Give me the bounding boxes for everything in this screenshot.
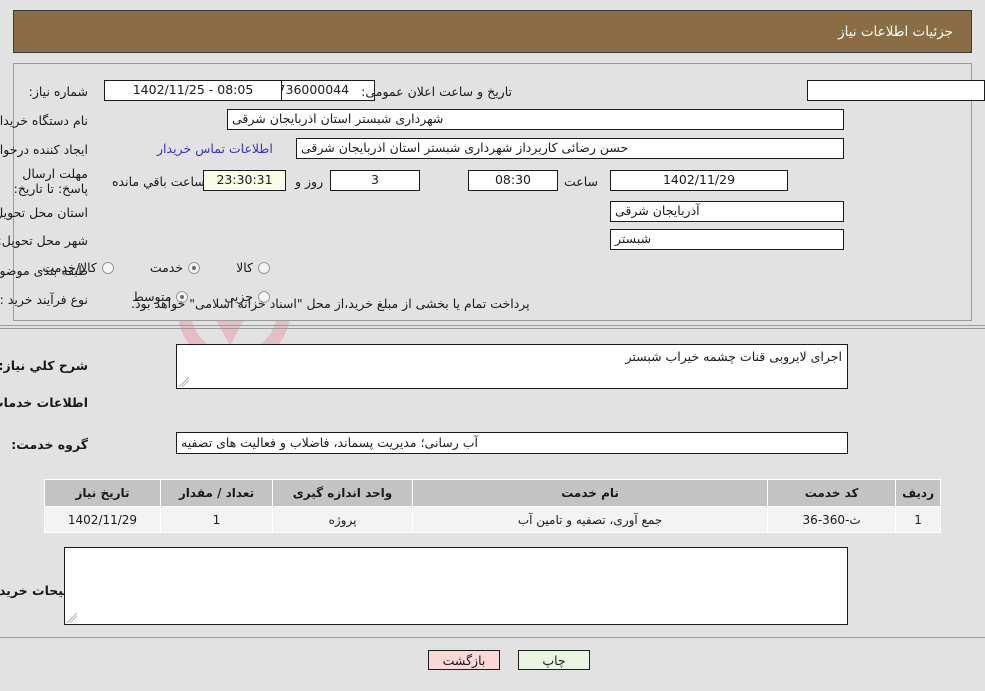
radio-icon[interactable] [188,261,201,274]
city-value: شبستر [610,229,844,250]
table-cell-service-name: جمع آوری، تصفیه و تامین آب [411,506,769,533]
buyer-notes-textarea[interactable] [64,547,848,625]
days-value: 3 [330,170,420,191]
table-cell-quantity: 1 [160,506,273,533]
category-radio-3[interactable]: کالا/خدمت [42,260,114,275]
category-radio-label-3: کالا/خدمت [42,260,97,275]
table-header-row: ردیف کد خدمت نام خدمت واحد اندازه گیری تعداد… [44,479,941,507]
time-label: ساعت [564,174,599,189]
announce-label: تاریخ و ساعت اعلان عمومی: [361,84,512,99]
services-table: ردیف کد خدمت نام خدمت واحد اندازه گیری تعداد… [44,479,941,533]
process-label: نوع فرآیند خرید : [0,292,88,307]
need-info-panel [13,63,972,321]
table-header-cell: کد خدمت [767,479,897,507]
divider-top [0,325,985,326]
need-number-label: شماره نیاز: [28,84,88,99]
province-value: آذربایجان شرقی [610,201,844,222]
category-radio-2[interactable]: خدمت [149,260,201,275]
table-cell-unit: پروژه [272,506,413,533]
buyer-contact-link[interactable]: اطلاعات تماس خریدار [157,141,273,156]
category-radio-label-2: خدمت [149,260,184,275]
radio-icon[interactable] [101,261,114,274]
table-header-cell: تعداد / مقدار [160,479,273,507]
city-label: شهر محل تحویل: [0,233,88,248]
creator-label: ایجاد کننده درخواست: [0,142,88,157]
table-header-cell: واحد اندازه گیری [272,479,413,507]
page-root: AriaTender.net جزئیات اطلاعات نیاز شماره… [0,0,985,691]
buyer-org-value: شهرداری شبستر استان اذربایجان شرقی [227,109,844,130]
table-cell-row-no: 1 [895,506,941,533]
deadline-label: مهلت ارسال پاسخ: تا تاریخ: [13,166,88,196]
description-text: اجرای لایروبی قنات چشمه خیراب شبستر [625,349,843,364]
table-header-cell: نام خدمت [411,479,769,507]
divider-top-2 [0,328,985,329]
creator-value: حسن رضائی کاربرداز شهرداری شبستر استان ا… [296,138,844,159]
services-section-heading: اطلاعات خدمات مورد نیاز [0,395,88,410]
resize-grip-icon[interactable] [179,377,189,387]
page-title: جزئیات اطلاعات نیاز [838,23,953,40]
remaining-value: 23:30:31 [203,170,286,191]
category-radio-label-1: کالا [236,260,253,275]
table-header-cell: ردیف [895,479,941,507]
buyer-org-label: نام دستگاه خریدار: [0,113,88,128]
payment-note: پرداخت تمام یا بخشی از مبلغ خرید،از محل … [131,296,530,311]
back-button[interactable]: بازگشت [428,650,500,670]
days-label: روز و [295,174,324,189]
category-radio-group[interactable]: کالا خدمت کالا/خدمت [42,260,270,275]
radio-icon[interactable] [258,261,270,274]
table-cell-need-date: 1402/11/29 [44,506,161,533]
table-body: 1 ث-360-36 جمع آوری، تصفیه و تامین آب پروژه… [44,506,941,533]
table-cell-service-code: ث-360-36 [767,506,897,533]
service-group-label: گروه خدمت: [11,437,88,452]
print-button[interactable]: چاپ [518,650,590,670]
remaining-label: ساعت باقي مانده [112,174,205,189]
divider-bottom [0,637,985,638]
category-radio-1[interactable]: کالا [236,260,270,275]
deadline-date: 1402/11/29 [610,170,788,191]
table-header-cell: تاریخ نیاز [44,479,161,507]
header-bar: جزئیات اطلاعات نیاز [13,10,972,53]
announce-value: 08:05 - 1402/11/25 [104,80,282,101]
description-textarea[interactable]: اجرای لایروبی قنات چشمه خیراب شبستر [176,344,848,389]
service-group-value: آب رسانی؛ مدیریت پسماند، فاضلاب و فعالیت… [176,432,848,454]
announce-value-hidden [807,80,985,101]
resize-grip-icon-2[interactable] [67,613,77,623]
time-value: 08:30 [468,170,558,191]
table-row: 1 ث-360-36 جمع آوری، تصفیه و تامین آب پروژه… [44,506,941,533]
province-label: استان محل تحویل: [0,205,88,220]
description-label: شرح کلي نیاز: [0,358,88,373]
